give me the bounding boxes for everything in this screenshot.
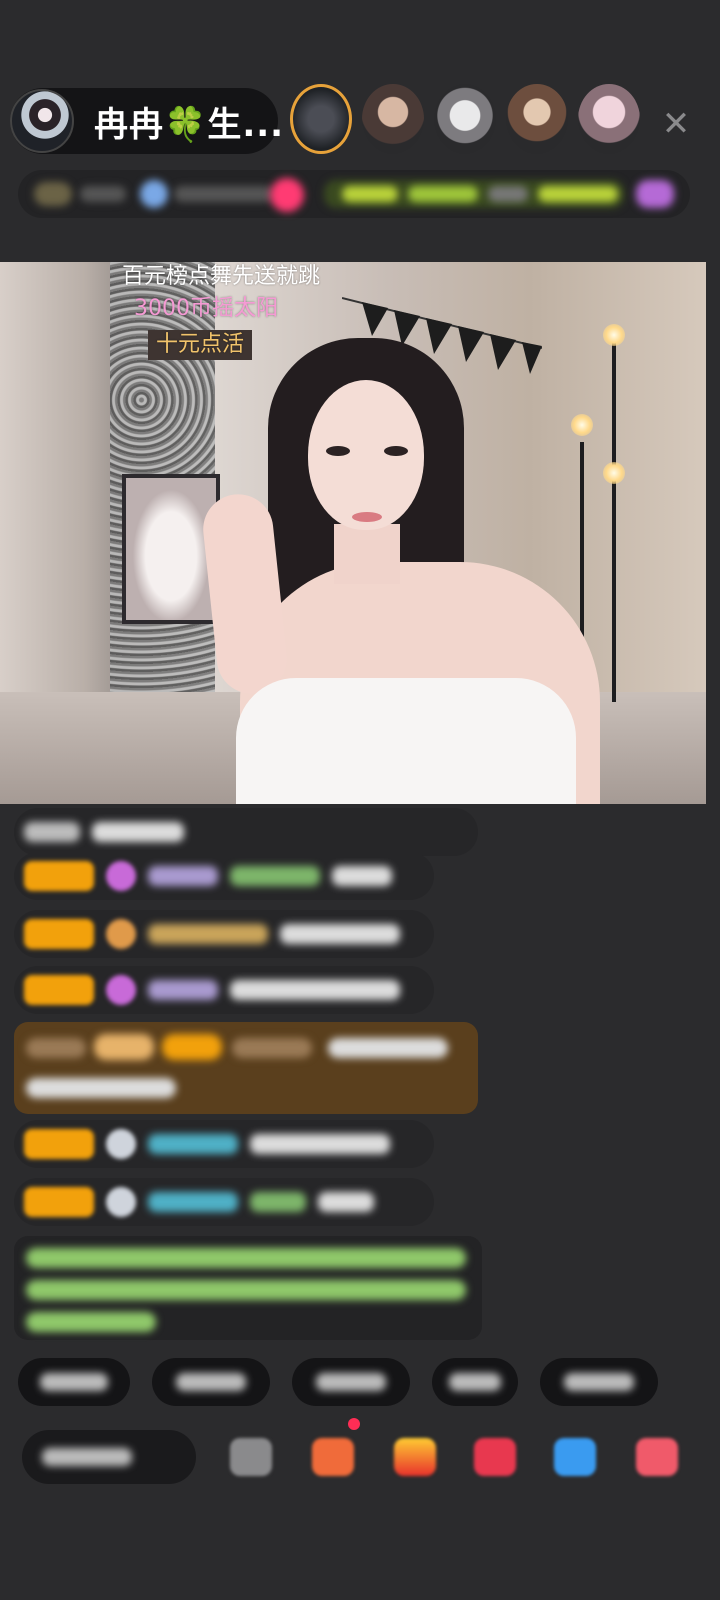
lamp-light <box>603 324 625 346</box>
chat-message[interactable] <box>14 910 434 958</box>
close-icon[interactable]: ✕ <box>656 104 696 144</box>
viewer-avatar[interactable] <box>578 84 640 154</box>
lamp-light <box>603 462 625 484</box>
streamer-face <box>308 380 424 530</box>
video-caption-3: 十元点活 <box>148 330 253 361</box>
bottom-action-bar <box>22 1428 712 1486</box>
live-video[interactable] <box>0 262 706 804</box>
gem-icon <box>106 861 136 891</box>
quick-reply-row <box>18 1358 658 1406</box>
host-name: 冉冉🍀生... <box>94 104 285 145</box>
quick-reply-button[interactable] <box>152 1358 270 1406</box>
system-welcome-message <box>14 1236 482 1340</box>
quick-reply-button[interactable] <box>18 1358 130 1406</box>
chat-input-button[interactable] <box>22 1430 196 1484</box>
shop-icon[interactable] <box>636 1438 678 1476</box>
viewer-avatar[interactable] <box>434 84 496 154</box>
level-badge <box>24 975 94 1005</box>
viewer-avatar[interactable] <box>290 84 352 154</box>
video-caption-1: 百元榜点舞先送就跳 <box>122 264 321 289</box>
red-packet-icon[interactable] <box>474 1438 516 1476</box>
treasure-icon[interactable] <box>394 1438 436 1476</box>
host-avatar[interactable] <box>10 89 74 153</box>
quick-reply-button[interactable] <box>432 1358 518 1406</box>
user-avatar-icon <box>106 1129 136 1159</box>
chat-message[interactable] <box>14 808 478 856</box>
gem-icon <box>106 975 136 1005</box>
live-room-screen: { "header": { "host_name": "冉冉🍀生...", "c… <box>0 0 720 1600</box>
lamp-light <box>571 414 593 436</box>
chat-message[interactable] <box>14 1120 434 1168</box>
quick-reply-button[interactable] <box>540 1358 658 1406</box>
room-info-bar[interactable] <box>18 170 690 218</box>
chat-message[interactable] <box>14 966 434 1014</box>
quick-reply-button[interactable] <box>292 1358 410 1406</box>
gift-box-icon[interactable] <box>312 1438 354 1476</box>
blue-gift-icon[interactable] <box>554 1438 596 1476</box>
host-info-pill[interactable]: 冉冉🍀生... <box>10 88 283 154</box>
viewer-avatar[interactable] <box>362 84 424 154</box>
level-badge <box>24 1129 94 1159</box>
top-viewers-list <box>290 84 640 154</box>
chat-message[interactable] <box>14 1178 434 1226</box>
video-caption-2: 3000币摇太阳 <box>134 296 278 321</box>
white-dress <box>236 678 576 804</box>
level-badge <box>24 861 94 891</box>
level-badge <box>24 919 94 949</box>
level-badge <box>24 1187 94 1217</box>
fan-icon <box>106 919 136 949</box>
notification-dot <box>348 1418 360 1430</box>
box-icon[interactable] <box>230 1438 272 1476</box>
highlight-message[interactable] <box>14 1022 478 1114</box>
chat-message[interactable] <box>14 852 434 900</box>
viewer-avatar[interactable] <box>506 84 568 154</box>
user-avatar-icon <box>106 1187 136 1217</box>
